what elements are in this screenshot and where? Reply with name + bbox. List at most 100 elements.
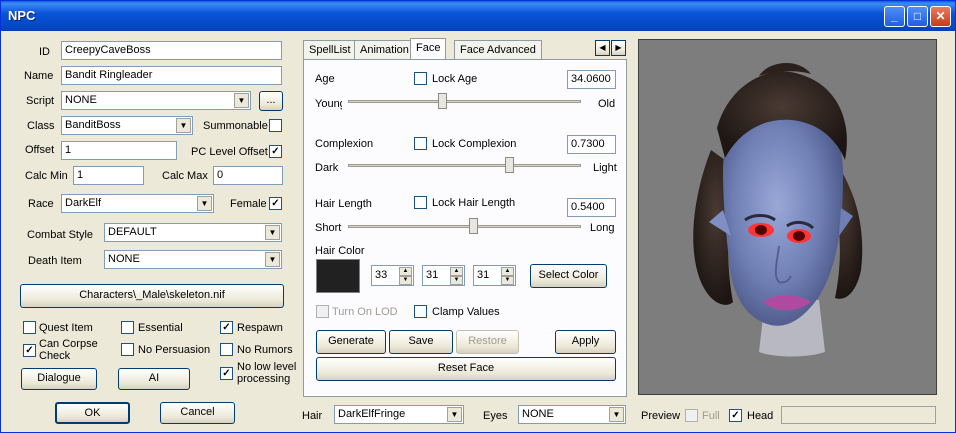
- clamp-values-checkbox[interactable]: [414, 305, 427, 318]
- complexion-value-field[interactable]: 0.7300: [567, 135, 616, 154]
- complexion-slider-track: [348, 164, 581, 167]
- hair-red-value: 33: [375, 269, 388, 281]
- death-item-dropdown[interactable]: NONE ▼: [104, 250, 282, 269]
- select-color-button[interactable]: Select Color: [530, 264, 607, 288]
- save-face-button[interactable]: Save: [389, 330, 453, 354]
- reset-face-button[interactable]: Reset Face: [316, 357, 616, 381]
- cancel-button[interactable]: Cancel: [160, 402, 235, 424]
- lock-hair-length-label: Lock Hair Length: [432, 197, 516, 209]
- restore-button[interactable]: Restore: [456, 330, 519, 354]
- race-dropdown[interactable]: DarkElf ▼: [61, 194, 214, 213]
- respawn-checkbox[interactable]: ✓: [220, 321, 233, 334]
- generate-button[interactable]: Generate: [316, 330, 386, 354]
- script-browse-button[interactable]: ...: [259, 91, 283, 111]
- eyes-dropdown[interactable]: NONE ▼: [518, 405, 626, 424]
- essential-checkbox[interactable]: [121, 321, 134, 334]
- can-corpse-check-label: Can Corpse Check: [39, 338, 98, 362]
- age-label: Age: [315, 73, 335, 85]
- class-value: BanditBoss: [65, 119, 121, 131]
- apply-button[interactable]: Apply: [555, 330, 616, 354]
- eyes-value: NONE: [522, 408, 554, 420]
- quest-item-checkbox[interactable]: [23, 321, 36, 334]
- summonable-label: Summonable: [203, 120, 268, 132]
- complexion-max-label: Light: [593, 162, 617, 174]
- tab-scroll-right-button[interactable]: ▶: [611, 40, 626, 56]
- title-bar[interactable]: NPC _ □ ✕: [1, 1, 955, 31]
- hair-green-spinner[interactable]: 31 ▲ ▼: [422, 265, 465, 286]
- name-field[interactable]: Bandit Ringleader: [61, 66, 282, 85]
- complexion-slider-thumb[interactable]: [504, 157, 514, 173]
- respawn-label: Respawn: [237, 322, 283, 334]
- calc-max-label: Calc Max: [162, 170, 208, 182]
- female-label: Female: [230, 198, 267, 210]
- ai-button[interactable]: AI: [118, 368, 190, 390]
- script-label: Script: [26, 95, 55, 107]
- calc-min-field[interactable]: 1: [73, 166, 144, 185]
- calc-max-field[interactable]: 0: [213, 166, 283, 185]
- spin-up-icon[interactable]: ▲: [501, 267, 514, 276]
- hair-red-spinner[interactable]: 33 ▲ ▼: [371, 265, 414, 286]
- hair-color-swatch[interactable]: [316, 259, 360, 293]
- hair-length-slider-thumb[interactable]: [468, 218, 478, 234]
- turn-on-lod-label: Turn On LOD: [332, 306, 398, 318]
- head-label: Head: [747, 410, 774, 422]
- close-button[interactable]: ✕: [930, 6, 951, 27]
- can-corpse-check-checkbox[interactable]: ✓: [23, 344, 36, 357]
- npc-window: NPC _ □ ✕ ID CreepyCaveBoss Name Bandit …: [0, 0, 956, 433]
- summonable-checkbox[interactable]: [269, 119, 282, 132]
- no-persuasion-label: No Persuasion: [138, 344, 211, 356]
- clamp-values-label: Clamp Values: [432, 306, 500, 318]
- turn-on-lod-checkbox[interactable]: [316, 305, 329, 318]
- spin-up-icon[interactable]: ▲: [450, 267, 463, 276]
- chevron-down-icon: ▼: [197, 196, 212, 211]
- spin-up-icon[interactable]: ▲: [399, 267, 412, 276]
- head-checkbox[interactable]: ✓: [729, 409, 742, 422]
- tab-animation[interactable]: Animation: [354, 40, 415, 60]
- hair-length-label: Hair Length: [315, 198, 372, 210]
- hair-blue-spinner[interactable]: 31 ▲ ▼: [473, 265, 516, 286]
- female-checkbox[interactable]: ✓: [269, 197, 282, 210]
- hair-label: Hair: [302, 410, 323, 422]
- hair-dropdown[interactable]: DarkElfFringe ▼: [334, 405, 464, 424]
- age-value-field[interactable]: 34.0600: [567, 70, 616, 89]
- tab-scroll-left-button[interactable]: ◀: [595, 40, 610, 56]
- no-rumors-checkbox[interactable]: [220, 343, 233, 356]
- script-dropdown[interactable]: NONE ▼: [61, 91, 251, 110]
- hair-length-value-field[interactable]: 0.5400: [567, 198, 616, 217]
- age-slider-thumb[interactable]: [437, 93, 447, 109]
- lock-age-label: Lock Age: [432, 73, 478, 85]
- spin-down-icon[interactable]: ▼: [399, 276, 412, 285]
- face-preview-viewport[interactable]: [638, 39, 937, 395]
- dialogue-button[interactable]: Dialogue: [21, 368, 97, 390]
- id-label: ID: [39, 46, 50, 58]
- lock-age-checkbox[interactable]: [414, 72, 427, 85]
- hair-blue-value: 31: [477, 269, 490, 281]
- lock-hair-length-checkbox[interactable]: [414, 196, 427, 209]
- minimize-button[interactable]: _: [884, 6, 905, 27]
- spin-down-icon[interactable]: ▼: [501, 276, 514, 285]
- chevron-down-icon: ▼: [176, 118, 191, 133]
- age-min-label: Young: [315, 98, 342, 110]
- maximize-button[interactable]: □: [907, 6, 928, 27]
- skeleton-button[interactable]: Characters\_Male\skeleton.nif: [20, 284, 284, 308]
- offset-label: Offset: [25, 144, 55, 156]
- full-checkbox[interactable]: [685, 409, 698, 422]
- tab-spelllist[interactable]: SpellList: [303, 40, 357, 60]
- spin-down-icon[interactable]: ▼: [450, 276, 463, 285]
- ok-button[interactable]: OK: [55, 402, 130, 424]
- chevron-down-icon: ▼: [609, 407, 624, 422]
- tab-face[interactable]: Face: [410, 38, 447, 60]
- pc-level-offset-checkbox[interactable]: ✓: [269, 145, 282, 158]
- race-value: DarkElf: [65, 197, 102, 209]
- tab-face-advanced[interactable]: Face Advanced: [454, 40, 542, 60]
- offset-field[interactable]: 1: [61, 141, 177, 160]
- id-field[interactable]: CreepyCaveBoss: [61, 41, 282, 60]
- hair-max-label: Long: [590, 222, 615, 234]
- class-label: Class: [27, 120, 55, 132]
- no-persuasion-checkbox[interactable]: [121, 343, 134, 356]
- name-label: Name: [24, 70, 54, 82]
- no-low-level-checkbox[interactable]: ✓: [220, 367, 233, 380]
- combat-style-dropdown[interactable]: DEFAULT ▼: [104, 223, 282, 242]
- lock-complexion-checkbox[interactable]: [414, 137, 427, 150]
- class-dropdown[interactable]: BanditBoss ▼: [61, 116, 193, 135]
